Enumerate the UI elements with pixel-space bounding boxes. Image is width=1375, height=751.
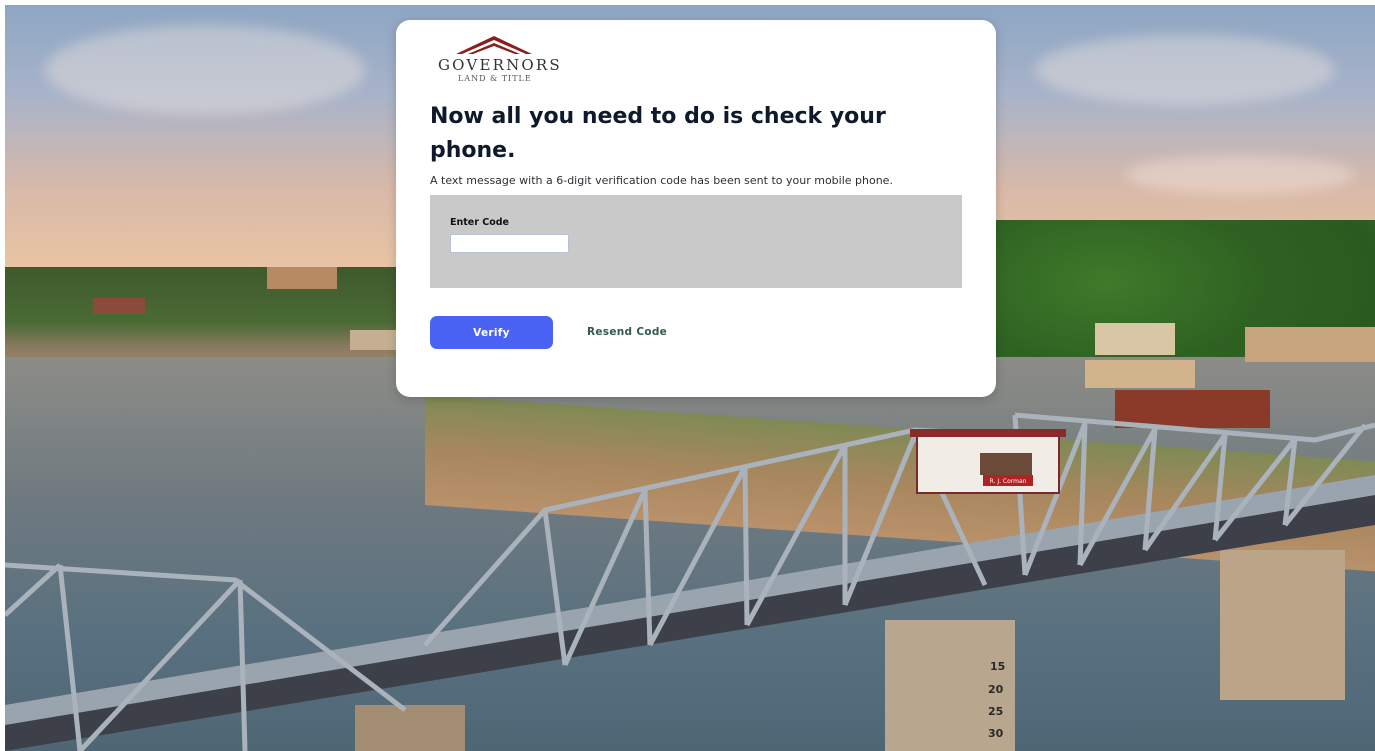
logo-tagline: LAND & TITLE bbox=[458, 74, 532, 83]
resend-code-link[interactable]: Resend Code bbox=[587, 326, 667, 338]
instruction-text: A text message with a 6-digit verificati… bbox=[430, 174, 893, 187]
page-frame: R. J. Corman 15 20 25 30 GOVERNORS LAND … bbox=[5, 5, 1375, 751]
code-panel: Enter Code bbox=[430, 195, 962, 288]
gauge-mark: 30 bbox=[988, 727, 1004, 740]
booth-sign: R. J. Corman bbox=[990, 478, 1027, 485]
verification-card: GOVERNORS LAND & TITLE Now all you need … bbox=[396, 20, 996, 397]
roof-icon bbox=[456, 36, 532, 54]
code-label: Enter Code bbox=[450, 217, 509, 228]
governors-logo: GOVERNORS LAND & TITLE bbox=[430, 34, 580, 86]
gauge-mark: 25 bbox=[988, 705, 1003, 718]
verification-code-input[interactable] bbox=[450, 234, 569, 253]
page-title: Now all you need to do is check your pho… bbox=[430, 104, 886, 163]
verify-button[interactable]: Verify bbox=[430, 316, 553, 349]
gauge-mark: 20 bbox=[988, 683, 1004, 696]
gauge-mark: 15 bbox=[990, 660, 1005, 673]
logo-wordmark: GOVERNORS bbox=[438, 56, 562, 74]
